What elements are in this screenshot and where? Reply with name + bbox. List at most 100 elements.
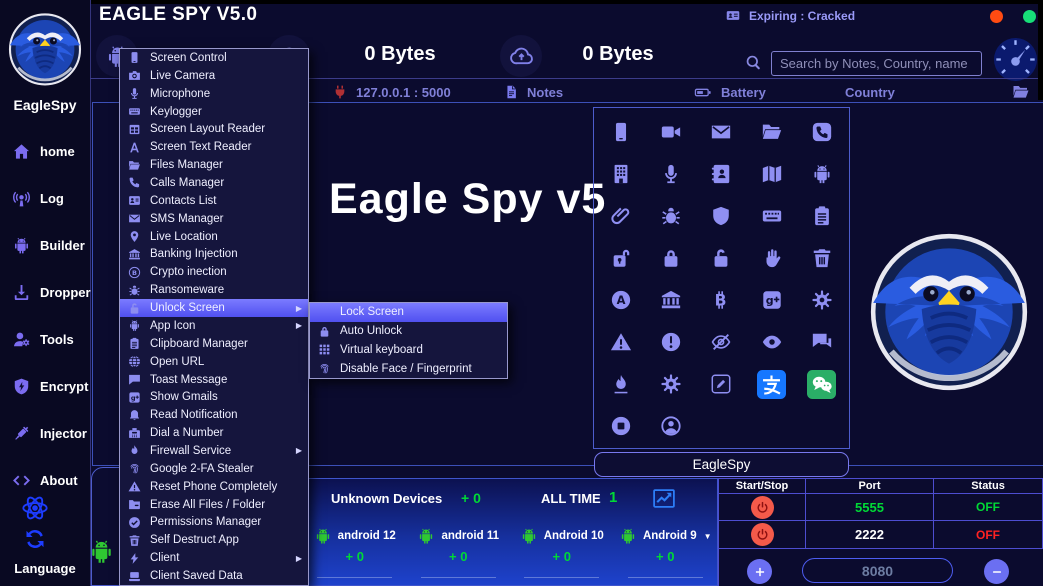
menu-item-dial-a-number[interactable]: Dial a Number — [120, 424, 308, 442]
folder-open-icon[interactable] — [761, 121, 783, 143]
stop-circle-icon[interactable] — [610, 415, 632, 437]
envelope-icon[interactable] — [710, 121, 732, 143]
menu-item-open-url[interactable]: Open URL — [120, 353, 308, 371]
android-icon[interactable] — [811, 163, 833, 185]
menu-item-crypto-inection[interactable]: BCrypto inection — [120, 263, 308, 281]
pen-square-icon[interactable] — [710, 373, 732, 395]
remove-port-button[interactable] — [984, 559, 1009, 584]
menu-item-reset-phone-completely[interactable]: Reset Phone Completely — [120, 478, 308, 496]
trash-icon[interactable] — [811, 247, 833, 269]
add-port-button[interactable] — [747, 559, 772, 584]
menu-item-screen-layout-reader[interactable]: Screen Layout Reader — [120, 120, 308, 138]
bug-icon[interactable] — [660, 205, 682, 227]
menu-item-screen-text-reader[interactable]: Screen Text Reader — [120, 138, 308, 156]
sidebar-item-home[interactable]: home — [0, 136, 90, 166]
menu-item-client[interactable]: Client▶ — [120, 549, 308, 567]
menu-item-keylogger[interactable]: Keylogger — [120, 103, 308, 121]
menu-item-contacts-list[interactable]: Contacts List — [120, 192, 308, 210]
language-label[interactable]: Language — [0, 561, 90, 576]
bank-icon[interactable] — [660, 289, 682, 311]
gear-icon[interactable] — [660, 373, 682, 395]
menu-item-google-2-fa-stealer[interactable]: Google 2-FA Stealer — [120, 460, 308, 478]
unlock-keyhole-icon[interactable] — [610, 247, 632, 269]
unlock-icon[interactable] — [710, 247, 732, 269]
exclamation-icon[interactable] — [660, 331, 682, 353]
eye-slash-icon[interactable] — [710, 331, 732, 353]
user-circle-icon[interactable] — [660, 415, 682, 437]
menu-item-sms-manager[interactable]: SMS Manager — [120, 210, 308, 228]
menu-item-virtual-keyboard[interactable]: Virtual keyboard — [310, 341, 507, 360]
menu-item-screen-control[interactable]: Screen Control — [120, 49, 308, 67]
menu-item-calls-manager[interactable]: Calls Manager — [120, 174, 308, 192]
power-button[interactable] — [751, 496, 774, 519]
phone-square-icon[interactable] — [811, 121, 833, 143]
menu-item-erase-all-files-folder[interactable]: Erase All Files / Folder — [120, 496, 308, 514]
menu-item-clipboard-manager[interactable]: Clipboard Manager — [120, 335, 308, 353]
menu-item-show-gmails[interactable]: gShow Gmails — [120, 388, 308, 406]
menu-item-live-location[interactable]: Live Location — [120, 228, 308, 246]
a-circle-icon[interactable]: A — [610, 289, 632, 311]
sync-icon[interactable] — [23, 527, 47, 551]
sidebar-item-log[interactable]: Log — [0, 183, 90, 213]
building-icon[interactable] — [610, 163, 632, 185]
lock-icon[interactable] — [660, 247, 682, 269]
menu-item-app-icon[interactable]: App Icon▶ — [120, 317, 308, 335]
eaglespy-button[interactable]: EagleSpy — [594, 452, 849, 477]
sidebar-item-dropper[interactable]: Dropper — [0, 277, 90, 307]
sidebar-item-tools[interactable]: Tools — [0, 324, 90, 354]
warning-icon[interactable] — [610, 331, 632, 353]
device-label-row[interactable]: android 11 — [417, 527, 499, 545]
sidebar-item-encrypt[interactable]: Encrypt — [0, 371, 90, 401]
contact-book-icon[interactable] — [710, 163, 732, 185]
wechat-icon[interactable] — [807, 370, 836, 399]
sidebar-item-injector[interactable]: Injector — [0, 418, 90, 448]
mobile-icon[interactable] — [610, 121, 632, 143]
menu-item-client-saved-data[interactable]: Client Saved Data — [120, 567, 308, 585]
menu-item-permissions-manager[interactable]: Permissions Manager — [120, 514, 308, 532]
sidebar-item-about[interactable]: About — [0, 465, 90, 495]
map-icon[interactable] — [761, 163, 783, 185]
menu-item-files-manager[interactable]: Files Manager — [120, 156, 308, 174]
shield-icon[interactable] — [710, 205, 732, 227]
menu-item-microphone[interactable]: Microphone — [120, 85, 308, 103]
bitcoin-icon[interactable]: B — [710, 289, 732, 311]
paperclip-icon[interactable] — [610, 205, 632, 227]
alipay-icon[interactable] — [757, 370, 786, 399]
menu-item-auto-unlock[interactable]: Auto Unlock — [310, 322, 507, 341]
device-label-row[interactable]: Android 10 — [520, 527, 604, 545]
close-button[interactable] — [990, 10, 1003, 23]
podcast-icon — [12, 189, 31, 208]
video-icon[interactable] — [660, 121, 682, 143]
device-label-row[interactable]: Android 9▼ — [619, 527, 712, 545]
minimize-button[interactable] — [1023, 10, 1036, 23]
mic-icon[interactable] — [660, 163, 682, 185]
menu-item-ransomeware[interactable]: Ransomeware — [120, 281, 308, 299]
gplus-icon[interactable]: g — [761, 289, 783, 311]
gear-icon[interactable] — [811, 289, 833, 311]
menu-item-firewall-service[interactable]: Firewall Service▶ — [120, 442, 308, 460]
comments-icon[interactable] — [811, 331, 833, 353]
clipboard-icon[interactable] — [811, 205, 833, 227]
keyboard-icon[interactable] — [761, 205, 783, 227]
menu-item-toast-message[interactable]: Toast Message — [120, 371, 308, 389]
search-input[interactable] — [771, 51, 982, 76]
header-folder[interactable] — [1010, 83, 1032, 101]
power-button[interactable] — [751, 523, 774, 546]
menu-item-banking-injection[interactable]: Banking Injection — [120, 246, 308, 264]
menu-item-read-notification[interactable]: Read Notification — [120, 406, 308, 424]
eye-icon[interactable] — [761, 331, 783, 353]
new-port-input[interactable] — [802, 558, 953, 583]
sidebar-item-builder[interactable]: Builder — [0, 230, 90, 260]
upload-cloud-button[interactable] — [500, 35, 542, 77]
chart-icon[interactable] — [649, 486, 679, 511]
menu-item-lock-screen[interactable]: Lock Screen — [310, 303, 507, 322]
fire-line-icon[interactable] — [610, 373, 632, 395]
menu-item-live-camera[interactable]: Live Camera — [120, 67, 308, 85]
device-label-row[interactable]: android 12 — [314, 527, 396, 545]
menu-item-unlock-screen[interactable]: Unlock Screen▶ — [120, 299, 308, 317]
menu-item-disable-face-fingerprint[interactable]: Disable Face / Fingerprint — [310, 359, 507, 378]
speed-gauge-icon[interactable] — [992, 36, 1039, 83]
hand-icon[interactable] — [761, 247, 783, 269]
menu-item-self-destruct-app[interactable]: Self Destruct App — [120, 531, 308, 549]
atom-icon[interactable] — [21, 494, 49, 522]
